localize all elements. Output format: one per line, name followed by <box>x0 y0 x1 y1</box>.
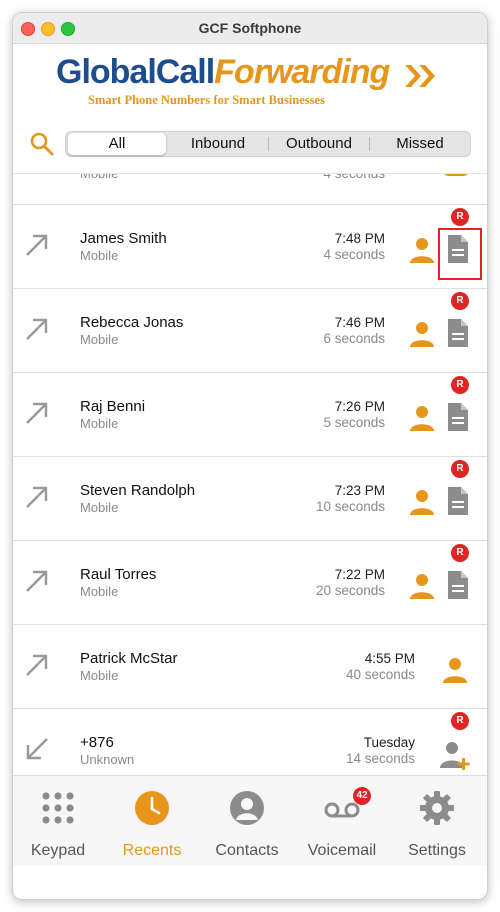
tab-label: Keypad <box>30 842 86 859</box>
add-contact-icon[interactable] <box>439 739 471 771</box>
keypad-icon <box>42 792 74 824</box>
tab-recents[interactable]: Recents <box>107 786 197 866</box>
filter-tab-inbound[interactable]: Inbound <box>168 133 268 155</box>
recording-transcript-icon[interactable] <box>446 401 470 433</box>
outbound-arrow-icon <box>26 318 48 340</box>
call-time: 4:55 PM <box>364 651 415 666</box>
call-type: Mobile <box>80 668 119 683</box>
call-row[interactable]: Patrick McStar Mobile 4:55 PM 40 seconds <box>13 625 487 709</box>
window-title: GCF Softphone <box>198 20 302 36</box>
recording-badge: R <box>451 544 469 562</box>
call-row[interactable]: Raul Torres Mobile 7:22 PM 20 seconds R <box>13 541 487 625</box>
caller-name: +876 <box>80 734 114 751</box>
tab-contacts[interactable]: Contacts <box>202 786 292 866</box>
tab-settings[interactable]: Settings <box>392 786 482 866</box>
recording-transcript-icon[interactable] <box>446 317 470 349</box>
outbound-arrow-icon <box>26 570 48 592</box>
recording-badge: R <box>451 208 469 226</box>
tab-keypad[interactable]: Keypad <box>13 786 103 866</box>
caller-name: Raul Torres <box>80 566 157 583</box>
brand-logo: GlobalCallForwarding Smart Phone Numbers… <box>53 53 453 119</box>
logo-wordmark: GlobalCallForwarding <box>56 53 390 91</box>
search-icon[interactable] <box>29 131 55 157</box>
tab-label: Settings <box>408 842 466 859</box>
tab-label: Contacts <box>215 842 279 859</box>
bottom-tab-bar: Keypad Recents Contacts 42 Voicemail Set… <box>13 775 487 866</box>
call-row-partial[interactable]: Mobile 4 seconds <box>13 173 487 205</box>
contact-icon[interactable] <box>444 174 468 176</box>
outbound-arrow-icon <box>26 234 48 256</box>
call-type: Mobile <box>80 500 119 515</box>
contact-icon[interactable] <box>409 320 435 348</box>
tab-label: Voicemail <box>307 842 377 859</box>
call-time: 7:22 PM <box>334 567 385 582</box>
call-time: 7:26 PM <box>334 399 385 414</box>
gear-icon <box>420 791 454 825</box>
outbound-arrow-icon <box>26 402 48 424</box>
voicemail-count-badge: 42 <box>353 787 371 805</box>
call-type: Mobile <box>80 584 119 599</box>
call-row[interactable]: +876 Unknown Tuesday 14 seconds R <box>13 709 487 776</box>
call-duration: 5 seconds <box>323 415 385 430</box>
caller-name: Patrick McStar <box>80 650 178 667</box>
clock-icon <box>135 791 169 825</box>
caller-name: Raj Benni <box>80 398 146 415</box>
contact-icon <box>230 791 264 825</box>
outbound-arrow-icon <box>26 654 48 676</box>
recording-badge: R <box>451 460 469 478</box>
call-duration: 40 seconds <box>345 667 415 682</box>
call-filter-segmented-control: All Inbound Outbound Missed <box>65 131 471 157</box>
recording-badge: R <box>451 376 469 394</box>
contact-icon[interactable] <box>409 404 435 432</box>
call-type: Mobile <box>80 416 119 431</box>
call-duration: 10 seconds <box>315 499 385 514</box>
call-type: Unknown <box>80 752 135 767</box>
tab-voicemail[interactable]: 42 Voicemail <box>297 786 387 866</box>
filter-tab-outbound[interactable]: Outbound <box>269 133 369 155</box>
filter-tab-all[interactable]: All <box>68 133 166 155</box>
caller-name: James Smith <box>80 230 167 247</box>
call-row[interactable]: Raj Benni Mobile 7:26 PM 5 seconds R <box>13 373 487 457</box>
app-window: GCF Softphone GlobalCallForwarding Smart… <box>12 12 488 900</box>
recording-badge: R <box>451 292 469 310</box>
contact-icon[interactable] <box>409 488 435 516</box>
logo-chevrons-icon <box>405 65 435 87</box>
caller-name: Rebecca Jonas <box>80 314 184 331</box>
contact-icon[interactable] <box>442 656 468 684</box>
contact-icon[interactable] <box>409 572 435 600</box>
filter-tab-missed[interactable]: Missed <box>370 133 470 155</box>
call-duration: 4 seconds <box>323 247 385 262</box>
call-time: Tuesday <box>363 735 415 750</box>
call-time: 7:46 PM <box>334 315 385 330</box>
recording-badge: R <box>451 712 469 730</box>
recording-transcript-icon[interactable] <box>446 569 470 601</box>
call-duration: 20 seconds <box>315 583 385 598</box>
call-duration: 4 seconds <box>323 173 385 181</box>
call-type: Mobile <box>80 332 119 347</box>
tab-label: Recents <box>122 842 182 859</box>
call-time: 7:23 PM <box>334 483 385 498</box>
title-bar: GCF Softphone <box>13 13 487 44</box>
recording-transcript-icon[interactable] <box>446 485 470 517</box>
call-row[interactable]: Steven Randolph Mobile 7:23 PM 10 second… <box>13 457 487 541</box>
inbound-arrow-icon <box>26 738 48 760</box>
call-type: Mobile <box>80 173 119 181</box>
call-duration: 14 seconds <box>345 751 415 766</box>
logo-tagline: Smart Phone Numbers for Smart Businesses <box>88 93 325 107</box>
caller-name: Steven Randolph <box>80 482 196 499</box>
recent-calls-list[interactable]: Mobile 4 seconds James Smith Mobile 7:48… <box>13 173 487 776</box>
call-type: Mobile <box>80 248 119 263</box>
contact-icon[interactable] <box>409 236 435 264</box>
call-row[interactable]: Rebecca Jonas Mobile 7:46 PM 6 seconds R <box>13 289 487 373</box>
call-duration: 6 seconds <box>323 331 385 346</box>
outbound-arrow-icon <box>26 486 48 508</box>
call-time: 7:48 PM <box>334 231 385 246</box>
selection-highlight <box>438 228 482 280</box>
call-row[interactable]: James Smith Mobile 7:48 PM 4 seconds R <box>13 205 487 289</box>
